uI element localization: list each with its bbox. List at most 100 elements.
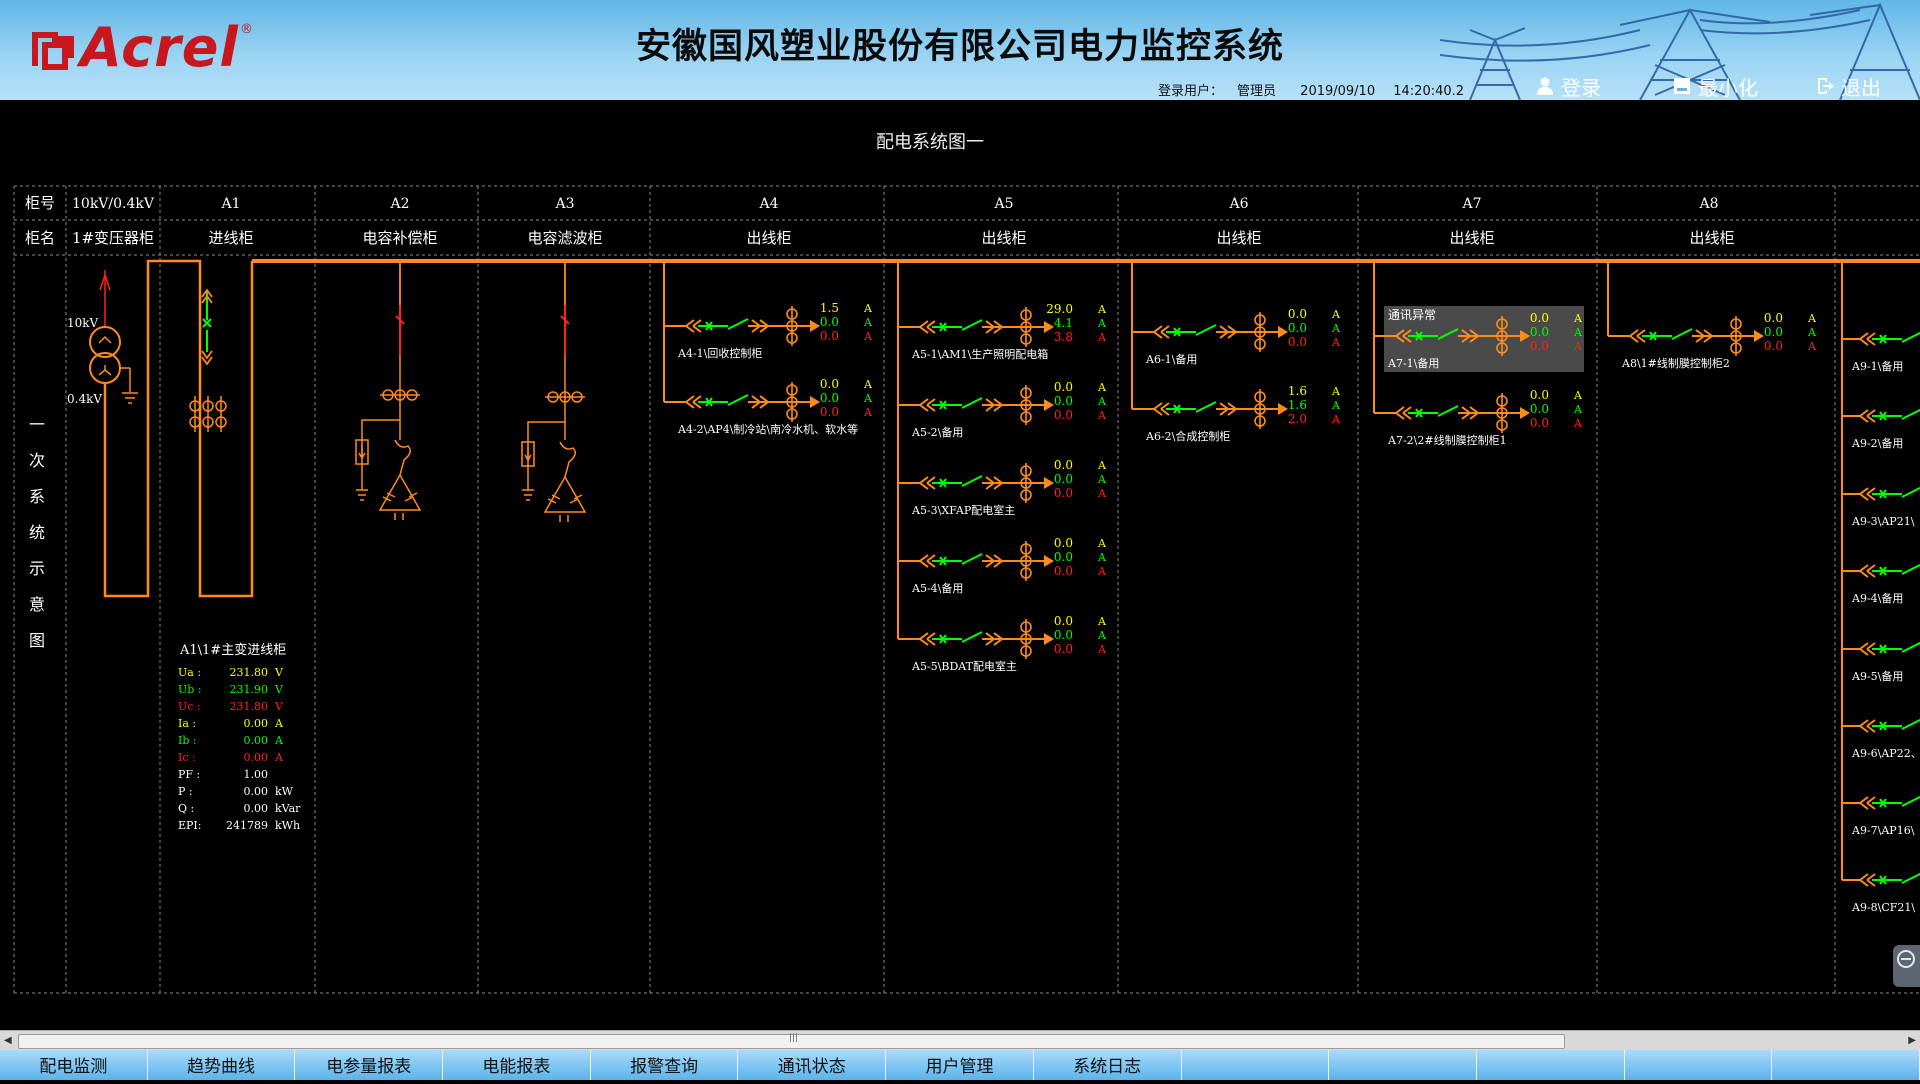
feeder-name: A6-1\备用 (1145, 352, 1197, 366)
incoming-readings: Ua : 231.80 V Ub : 231.90 V Uc : 231.80 V Ia : 0.0… (178, 666, 301, 832)
incoming-label: Uc : (178, 700, 201, 713)
feeder-breaker-symbol[interactable] (685, 381, 821, 423)
feeder-name: A7-1\备用 (1387, 356, 1439, 370)
feeder-current-unit: A (1097, 459, 1107, 472)
feeder-breaker-symbol[interactable] (1859, 395, 1920, 437)
capacitor-compensation-symbol (355, 261, 422, 520)
login-button[interactable]: 登录 (1535, 74, 1601, 100)
feeder-current-unit: A (1097, 615, 1107, 628)
horizontal-scrollbar[interactable]: ◀ ||| ▶ (0, 1030, 1920, 1051)
feeder-breaker-symbol[interactable] (1859, 318, 1920, 360)
minimize-icon (1674, 78, 1690, 94)
tab-7[interactable]: 系统日志 (1034, 1050, 1182, 1080)
incoming-label: PF : (178, 768, 200, 781)
feeder-name: A5-1\AM1\生产照明配电箱 (911, 347, 1048, 361)
feeder-name: A9-2\备用 (1851, 436, 1903, 450)
feeder-current-unit: A (863, 406, 873, 419)
single-line-diagram: 柜号 柜名 10kV/0.4kV 1#变压器柜 A1 进线柜 A2 电容补偿柜 … (13, 185, 1920, 994)
feeder-breaker-symbol[interactable] (919, 540, 1055, 582)
scroll-right-arrow-icon[interactable]: ▶ (1908, 1035, 1916, 1046)
feeder-breaker-symbol[interactable] (1859, 550, 1920, 592)
side-label-char: 意 (29, 595, 45, 614)
transformer-symbol (89, 259, 180, 598)
side-label-char: 图 (29, 631, 45, 650)
tab-2[interactable]: 电参量报表 (295, 1050, 444, 1080)
feeder-breaker-symbol[interactable] (1859, 628, 1920, 670)
side-label-char: 一 (29, 415, 45, 434)
tab-6[interactable]: 用户管理 (886, 1050, 1034, 1080)
scroll-left-arrow-icon[interactable]: ◀ (4, 1035, 12, 1046)
feeder-current-ia: 29.0 (1046, 302, 1073, 316)
feeder-breaker-symbol[interactable] (1859, 705, 1920, 747)
feeder-current-unit: A (1097, 303, 1107, 316)
feeder-current-ic: 0.0 (1764, 339, 1783, 353)
feeder-current-unit: A (1331, 413, 1341, 426)
minimize-button[interactable]: 最小化 (1672, 74, 1758, 100)
feeder-name: A9-7\AP16\ (1851, 824, 1915, 837)
exit-button[interactable]: 退出 (1815, 74, 1881, 100)
page-title: 配电系统图一 (876, 132, 984, 153)
feeder-breaker-symbol[interactable] (1859, 859, 1920, 901)
feeder-breaker-symbol[interactable] (1395, 392, 1531, 434)
side-label-char: 统 (29, 523, 45, 542)
login-user: 管理员 (1237, 84, 1277, 99)
tab-5[interactable]: 通讯状态 (738, 1050, 887, 1080)
feeder-breaker-symbol[interactable] (919, 384, 1055, 426)
gamepad-icon (1897, 950, 1915, 968)
incoming-unit: V (274, 700, 284, 713)
incoming-label: Ib : (178, 734, 197, 747)
status-line: 登录用户： 管理员 2019/09/10 14:20:40.2 (1158, 80, 1478, 99)
tab-3[interactable]: 电能报表 (443, 1050, 591, 1080)
feeder-current-ic: 0.0 (1288, 335, 1307, 349)
feeder-current-unit: A (1097, 331, 1107, 344)
feeder-current-unit: A (1807, 340, 1817, 353)
feeder-breaker-symbol[interactable] (919, 618, 1055, 660)
feeder-current-ia: 0.0 (1288, 307, 1307, 321)
side-panel-handle[interactable] (1893, 945, 1920, 987)
row-label-cabinet-no: 柜号 (25, 194, 55, 212)
app-title: 安徽国风塑业股份有限公司电力监控系统 (635, 26, 1284, 67)
tab-1[interactable]: 趋势曲线 (148, 1050, 296, 1080)
feeder-name: A5-5\BDAT配电室主 (911, 659, 1017, 673)
tab-12[interactable] (1772, 1050, 1920, 1080)
tab-11[interactable] (1625, 1050, 1773, 1080)
feeder-name: A5-2\备用 (911, 425, 963, 439)
feeder-name: A7-2\2#线制膜控制柜1 (1387, 433, 1507, 447)
incoming-value: 0.00 (244, 751, 269, 764)
scrollbar-thumb[interactable]: ||| (18, 1033, 1565, 1049)
feeder-current-ib: 0.0 (1054, 550, 1073, 564)
tab-9[interactable] (1329, 1050, 1477, 1080)
incoming-label: P : (178, 785, 193, 798)
incoming-label: Ic : (178, 751, 196, 764)
feeder-breaker-symbol[interactable] (919, 306, 1055, 348)
feeder-current-ia: 1.6 (1288, 384, 1307, 398)
feeder-current-ia: 0.0 (1054, 536, 1073, 550)
bottom-tab-bar: 配电监测 趋势曲线 电参量报表 电能报表 报警查询 通讯状态 用户管理 系统日志 (0, 1050, 1920, 1080)
feeder-breaker-symbol[interactable] (1153, 388, 1289, 430)
table-grid (13, 185, 1920, 994)
feeder-current-unit: A (1331, 336, 1341, 349)
status-date: 2019/09/10 (1300, 84, 1376, 99)
incoming-title: A1\1#主变进线柜 (179, 642, 286, 658)
tab-4[interactable]: 报警查询 (591, 1050, 739, 1080)
user-icon (1537, 77, 1553, 95)
feeder-breaker-symbol[interactable] (1859, 782, 1920, 824)
feeder-current-ia: 0.0 (1530, 311, 1549, 325)
feeder-breaker-symbol[interactable] (685, 305, 821, 347)
feeder-breaker-symbol[interactable] (1153, 311, 1289, 353)
logo-registered-mark: ® (240, 22, 253, 37)
feeder-current-ib: 0.0 (1530, 325, 1549, 339)
login-user-label: 登录用户： (1158, 84, 1224, 99)
tab-8[interactable] (1182, 1050, 1330, 1080)
feeder-current-unit: A (1097, 537, 1107, 550)
feeder-current-unit: A (863, 330, 873, 343)
feeder-name: A9-4\备用 (1851, 591, 1903, 605)
feeder-breaker-symbol[interactable] (1629, 315, 1765, 357)
feeder-breaker-symbol[interactable] (1859, 473, 1920, 515)
feeder-current-unit: A (1097, 487, 1107, 500)
feeder-name: A9-8\CF21\ (1851, 901, 1915, 914)
tab-10[interactable] (1477, 1050, 1625, 1080)
feeder-current-unit: A (1573, 312, 1583, 325)
tab-0[interactable]: 配电监测 (0, 1050, 148, 1080)
feeder-breaker-symbol[interactable] (919, 462, 1055, 504)
